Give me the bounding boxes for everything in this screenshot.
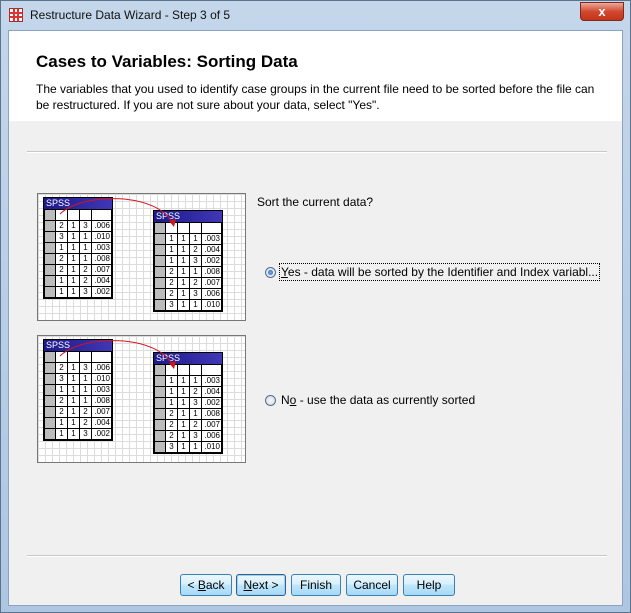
radio-no-sort[interactable]: No - use the data as currently sorted <box>265 393 475 407</box>
back-button[interactable]: < Back <box>180 574 232 596</box>
page-title: Cases to Variables: Sorting Data <box>36 52 298 71</box>
radio-yes-label[interactable]: Yes - data will be sorted by the Identif… <box>278 263 601 281</box>
cancel-button[interactable]: Cancel <box>346 574 398 596</box>
close-button[interactable]: x <box>580 2 624 21</box>
wizard-window: Restructure Data Wizard - Step 3 of 5 x … <box>0 0 631 613</box>
top-separator <box>27 151 607 153</box>
window-title: Restructure Data Wizard - Step 3 of 5 <box>30 8 231 22</box>
title-bar[interactable]: Restructure Data Wizard - Step 3 of 5 x <box>1 1 630 30</box>
radio-button-icon[interactable] <box>265 266 276 278</box>
radio-yes-sort[interactable]: Yes - data will be sorted by the Identif… <box>265 263 601 281</box>
sort-arrow-icon <box>59 198 176 227</box>
next-button[interactable]: Next > <box>236 574 286 596</box>
help-button[interactable]: Help <box>403 574 455 596</box>
illustration-sort-no: SPSS 2 1 3.006 3 1 1.010 1 1 1.003 2 1 1.008 2 1 2.007… <box>37 335 246 463</box>
page-description: The variables that you used to identify … <box>36 82 595 112</box>
radio-no-label[interactable]: No - use the data as currently sorted <box>281 393 475 407</box>
sort-prompt-label: Sort the current data? <box>257 195 374 209</box>
spss-app-icon <box>9 8 23 22</box>
sort-arrow-icon <box>59 340 176 369</box>
illustration-sort-yes: SPSS 2 1 3.006 3 1 1.010 1 1 1.003 2 1 1.008 2 1 2.007… <box>37 193 246 321</box>
finish-button[interactable]: Finish <box>291 574 341 596</box>
bottom-separator <box>27 555 607 557</box>
header-panel: Cases to Variables: Sorting Data The var… <box>9 31 622 121</box>
wizard-client-area: Cases to Variables: Sorting Data The var… <box>8 30 623 606</box>
radio-button-icon[interactable] <box>265 394 276 406</box>
